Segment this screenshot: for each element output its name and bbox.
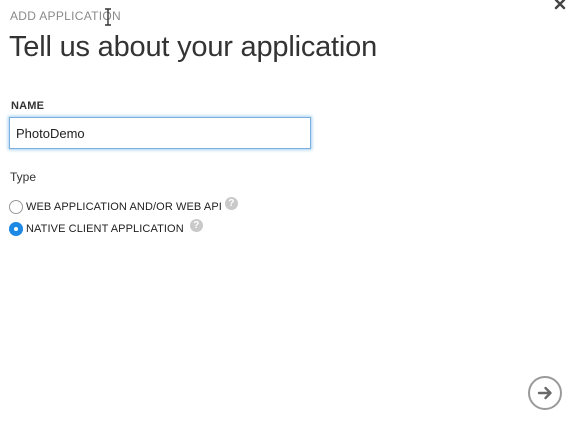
radio-label-native-client: NATIVE CLIENT APPLICATION: [26, 223, 184, 235]
add-application-dialog: ADD APPLICATION Tell us about your appli…: [0, 0, 573, 422]
page-title: Tell us about your application: [9, 31, 378, 63]
name-input[interactable]: [9, 117, 311, 149]
text-cursor-icon: [105, 8, 111, 26]
help-icon[interactable]: ?: [224, 196, 238, 210]
arrow-right-icon: [537, 386, 552, 400]
radio-label-web-application: WEB APPLICATION AND/OR WEB API: [26, 201, 222, 213]
radio-web-application[interactable]: [9, 200, 23, 214]
close-button[interactable]: [553, 0, 567, 11]
close-icon: [554, 0, 566, 10]
next-button[interactable]: [528, 376, 562, 410]
name-label: NAME: [11, 100, 45, 112]
help-icon[interactable]: ?: [189, 218, 203, 232]
type-option-native-client[interactable]: NATIVE CLIENT APPLICATION ?: [9, 218, 203, 236]
type-option-web-application[interactable]: WEB APPLICATION AND/OR WEB API ?: [9, 196, 238, 214]
radio-native-client[interactable]: [9, 222, 23, 236]
type-label: Type: [10, 170, 37, 184]
